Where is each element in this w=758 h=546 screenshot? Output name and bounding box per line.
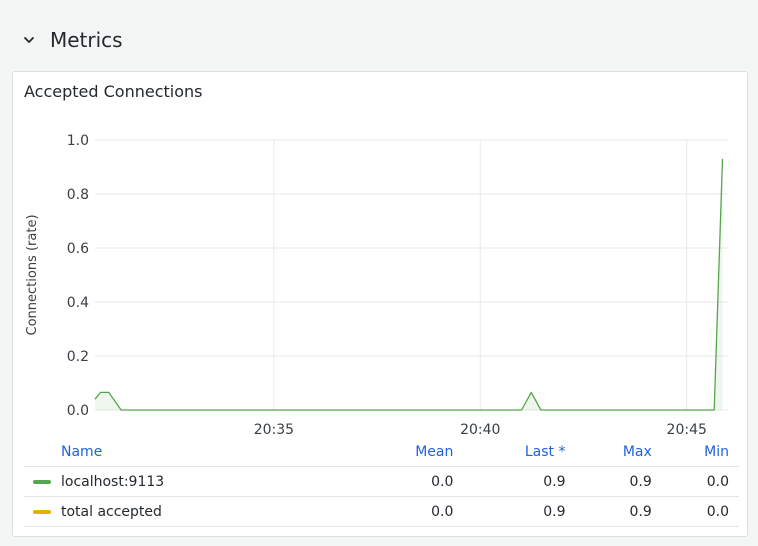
y-tick-label: 0.8 [67, 187, 89, 203]
y-tick-label: 0.6 [67, 241, 89, 257]
legend-min: 0.0 [661, 466, 739, 497]
legend-max: 0.9 [575, 466, 662, 497]
section-title: Metrics [50, 28, 123, 52]
legend-col-name[interactable]: Name [24, 438, 357, 467]
legend-series-name[interactable]: localhost:9113 [24, 466, 357, 497]
legend-mean: 0.0 [356, 496, 464, 527]
legend-col-max[interactable]: Max [575, 438, 662, 467]
legend-table: Name Mean Last * Max Min localhost:9113 … [24, 438, 739, 527]
series-color-swatch[interactable] [33, 479, 51, 484]
legend-series-name[interactable]: total accepted [24, 496, 357, 527]
legend-mean: 0.0 [356, 466, 464, 497]
panel-accepted-connections: Accepted Connections 0.0 0.2 0.4 0.6 0.8 1.0 2… [12, 71, 748, 537]
y-tick-label: 0.2 [67, 349, 89, 365]
legend-min: 0.0 [661, 496, 739, 527]
x-tick-label: 20:40 [460, 422, 500, 438]
chevron-down-icon[interactable] [22, 33, 36, 47]
series-color-swatch[interactable] [33, 509, 51, 514]
section-header-metrics[interactable]: Metrics [22, 28, 123, 52]
y-axis-label: Connections (rate) [25, 214, 40, 335]
series-line [94, 158, 724, 411]
legend-row[interactable]: localhost:9113 0.0 0.9 0.9 0.0 [24, 466, 739, 497]
legend-header-row: Name Mean Last * Max Min [24, 438, 739, 467]
series-area-fill [95, 158, 723, 410]
legend-series-label[interactable]: total accepted [61, 504, 162, 520]
y-tick-label: 0.0 [67, 403, 89, 419]
legend-row[interactable]: total accepted 0.0 0.9 0.9 0.0 [24, 496, 739, 527]
y-tick-label: 1.0 [67, 133, 89, 149]
legend-series-label[interactable]: localhost:9113 [61, 474, 164, 490]
x-tick-label: 20:45 [667, 422, 707, 438]
legend-last: 0.9 [463, 466, 576, 497]
connections-chart[interactable]: 0.0 0.2 0.4 0.6 0.8 1.0 20:35 20:40 20:45 Connect… [13, 72, 749, 438]
legend-max: 0.9 [575, 496, 662, 527]
legend-last: 0.9 [463, 496, 576, 527]
legend-col-min[interactable]: Min [661, 438, 739, 467]
y-tick-label: 0.4 [67, 295, 89, 311]
legend-col-last[interactable]: Last * [463, 438, 576, 467]
x-tick-label: 20:35 [254, 422, 294, 438]
legend-col-mean[interactable]: Mean [356, 438, 464, 467]
